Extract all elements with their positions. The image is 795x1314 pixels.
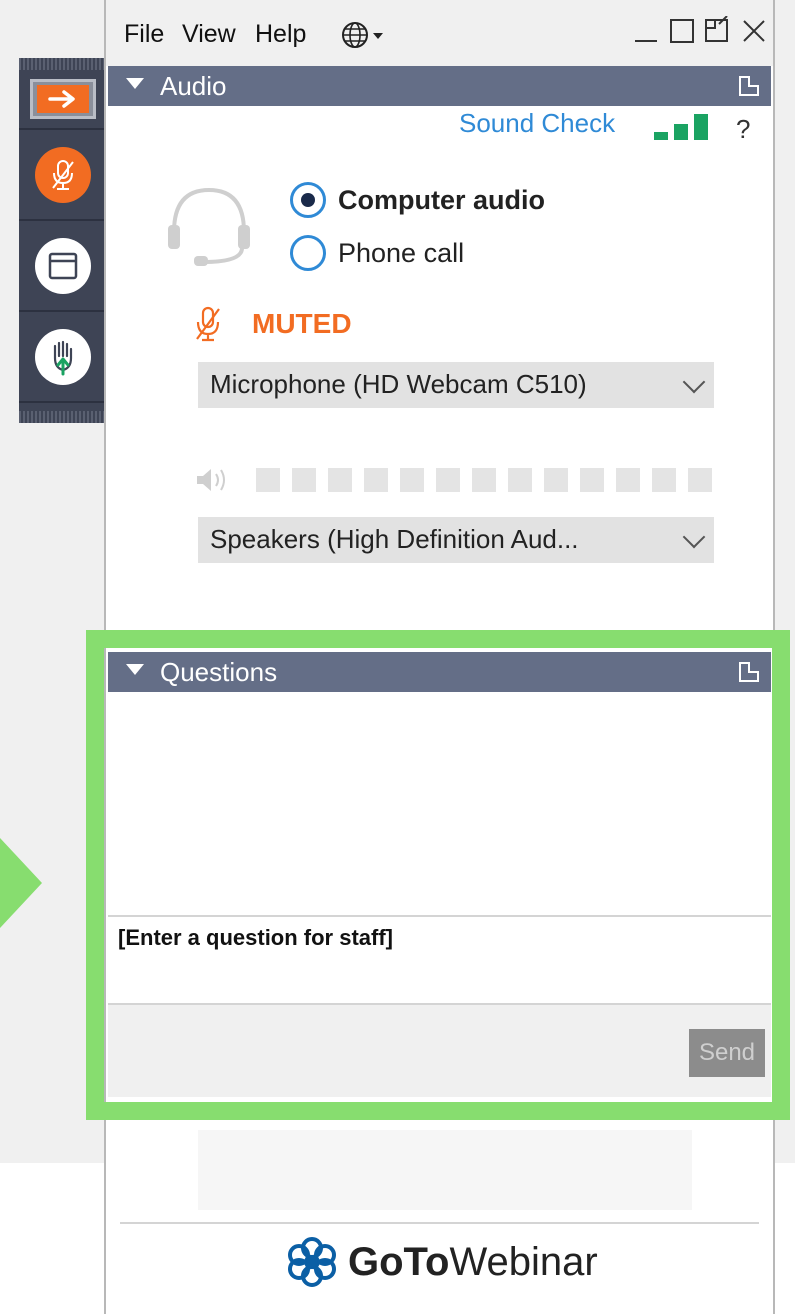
toolbar-grip-bottom xyxy=(19,411,107,423)
signal-strength-icon xyxy=(654,112,718,140)
menu-help[interactable]: Help xyxy=(255,20,306,49)
popout-icon xyxy=(705,15,728,42)
gotowebinar-flower-icon xyxy=(288,1237,336,1287)
microphone-select[interactable]: Microphone (HD Webcam C510) xyxy=(198,362,714,408)
speakers-select[interactable]: Speakers (High Definition Aud... xyxy=(198,517,714,563)
divider xyxy=(120,1222,759,1224)
mute-status[interactable]: MUTED xyxy=(194,305,352,343)
maximize-button[interactable] xyxy=(669,16,695,53)
speaker-volume-icon xyxy=(197,469,225,491)
raise-hand-icon xyxy=(53,340,73,375)
close-button[interactable] xyxy=(740,16,768,53)
arrow-right-icon xyxy=(37,85,89,113)
empty-panel-area xyxy=(198,1130,692,1210)
control-panel-toolbar xyxy=(19,58,107,423)
computer-audio-option[interactable]: Computer audio xyxy=(290,182,545,218)
questions-highlight-frame xyxy=(86,630,790,1120)
chevron-down-icon xyxy=(682,525,706,549)
headset-icon xyxy=(164,180,254,270)
logo-text-goto: GoTo xyxy=(348,1239,450,1284)
speakers-select-value: Speakers (High Definition Aud... xyxy=(210,524,579,554)
popout-button[interactable] xyxy=(703,15,731,53)
microphone-select-value: Microphone (HD Webcam C510) xyxy=(210,369,587,399)
menubar: File View Help xyxy=(106,0,773,66)
chevron-down-icon xyxy=(682,370,706,394)
callout-arrow xyxy=(0,838,42,928)
phone-call-radio[interactable] xyxy=(290,235,326,271)
gotowebinar-logo: GoTo Webinar xyxy=(286,1236,598,1288)
collapse-panel-button[interactable] xyxy=(30,79,96,119)
globe-icon xyxy=(342,22,383,48)
screen-cell xyxy=(19,221,107,312)
close-icon xyxy=(743,20,765,42)
raise-hand-cell xyxy=(19,312,107,403)
menu-file[interactable]: File xyxy=(124,20,164,49)
help-button[interactable]: ? xyxy=(736,114,750,145)
minimize-icon xyxy=(635,40,657,42)
microphone-muted-icon xyxy=(52,159,74,190)
speaker-level xyxy=(194,465,724,495)
maximize-icon xyxy=(670,19,694,43)
minimize-button[interactable] xyxy=(632,16,660,53)
speaker-level-meter xyxy=(256,468,724,492)
collapse-panel-cell xyxy=(19,70,107,130)
mute-cell xyxy=(19,130,107,221)
mute-toggle-button[interactable] xyxy=(35,146,91,203)
computer-audio-radio[interactable] xyxy=(290,182,326,218)
muted-label: MUTED xyxy=(252,308,352,339)
raise-hand-button[interactable] xyxy=(35,328,91,385)
audio-popout-icon[interactable] xyxy=(739,76,759,96)
collapse-triangle-icon[interactable] xyxy=(126,78,144,89)
menu-view[interactable]: View xyxy=(182,20,236,49)
window-icon xyxy=(48,252,78,279)
microphone-muted-icon xyxy=(196,306,220,342)
phone-call-label: Phone call xyxy=(338,237,465,268)
sound-check-link[interactable]: Sound Check xyxy=(459,108,615,139)
computer-audio-label: Computer audio xyxy=(338,184,545,215)
language-menu[interactable] xyxy=(340,20,388,55)
logo-text-webinar: Webinar xyxy=(449,1239,598,1284)
audio-header-title: Audio xyxy=(160,71,227,101)
toolbar-grip[interactable] xyxy=(19,58,107,70)
audio-header[interactable]: Audio xyxy=(108,66,771,106)
phone-call-option[interactable]: Phone call xyxy=(290,235,464,271)
show-screen-button[interactable] xyxy=(35,237,91,294)
